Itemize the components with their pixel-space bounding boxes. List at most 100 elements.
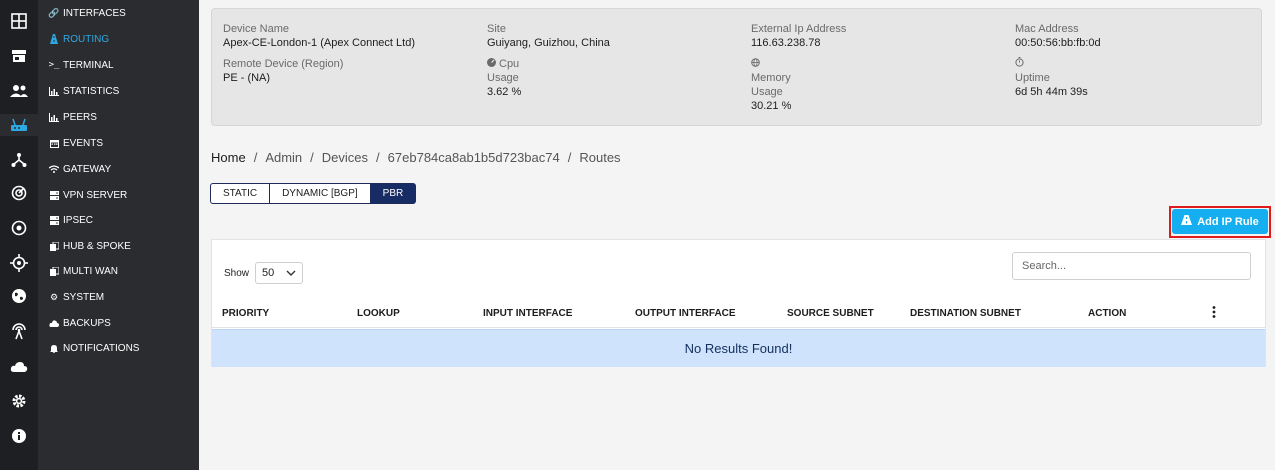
column-header-input-interface[interactable]: INPUT INTERFACE xyxy=(483,308,572,319)
route-type-tabs: STATIC DYNAMIC [BGP] PBR xyxy=(210,183,417,204)
icon-rail xyxy=(0,0,38,470)
globe-icon[interactable] xyxy=(8,285,30,307)
search-input[interactable] xyxy=(1012,252,1251,280)
remote-device-label: Remote Device (Region) xyxy=(223,58,344,70)
uptime-label: Uptime xyxy=(1015,72,1050,84)
submenu-item-ipsec[interactable]: IPSEC xyxy=(49,212,93,228)
submenu-item-system[interactable]: ⚙ SYSTEM xyxy=(49,289,104,305)
cloud-icon[interactable] xyxy=(8,356,30,378)
submenu-item-statistics[interactable]: STATISTICS xyxy=(49,83,119,99)
column-header-source-subnet[interactable]: SOURCE SUBNET xyxy=(787,308,874,319)
empty-results-row: No Results Found! xyxy=(212,329,1265,367)
wifi-icon xyxy=(49,164,59,174)
cloud-icon xyxy=(49,318,59,328)
dashboard-grid-icon[interactable] xyxy=(8,10,30,32)
submenu-item-hub-spoke[interactable]: HUB & SPOKE xyxy=(49,238,131,254)
column-options-kebab-icon[interactable] xyxy=(1212,306,1216,321)
uptime-icon-row xyxy=(1015,57,1101,71)
memory-icon-row xyxy=(751,57,846,71)
network-fork-icon[interactable] xyxy=(8,149,30,171)
breadcrumb-routes: Routes xyxy=(579,150,621,165)
copy-icon xyxy=(49,266,59,276)
breadcrumb-admin[interactable]: Admin xyxy=(265,150,302,165)
antenna-icon[interactable] xyxy=(8,320,30,342)
store-icon[interactable] xyxy=(8,45,30,67)
submenu-item-routing[interactable]: ROUTING xyxy=(49,31,109,47)
server-icon xyxy=(49,190,59,200)
memory-usage-value: 30.21 % xyxy=(751,100,792,112)
server-icon xyxy=(49,215,59,225)
column-header-priority[interactable]: PRIORITY xyxy=(222,308,269,319)
cpu-usage-label: Usage xyxy=(487,72,519,84)
breadcrumb-separator: / xyxy=(567,150,572,165)
device-name-column: Device Name Apex-CE-London-1 (Apex Conne… xyxy=(223,22,415,85)
breadcrumb-home[interactable]: Home xyxy=(211,150,246,165)
submenu-item-label: MULTI WAN xyxy=(63,265,118,277)
submenu-item-gateway[interactable]: GATEWAY xyxy=(49,161,111,177)
submenu-item-label: HUB & SPOKE xyxy=(63,240,131,252)
submenu-item-interfaces[interactable]: 🔗 INTERFACES xyxy=(48,5,125,21)
tab-pbr[interactable]: PBR xyxy=(370,183,417,204)
radar-icon[interactable] xyxy=(8,182,30,204)
submenu-item-backups[interactable]: BACKUPS xyxy=(49,315,111,331)
users-icon[interactable] xyxy=(8,80,30,102)
uptime-value: 6d 5h 44m 39s xyxy=(1015,86,1088,98)
mac-label: Mac Address xyxy=(1015,23,1079,35)
submenu-item-label: ROUTING xyxy=(63,33,110,45)
router-icon[interactable] xyxy=(0,114,38,136)
column-header-destination-subnet[interactable]: DESTINATION SUBNET xyxy=(910,308,1021,319)
breadcrumb: Home / Admin / Devices / 67eb784ca8ab1b5… xyxy=(211,150,621,165)
submenu-item-label: GATEWAY xyxy=(63,163,112,175)
submenu-item-vpn-server[interactable]: VPN SERVER xyxy=(49,187,127,203)
memory-icon xyxy=(751,57,760,71)
add-ip-rule-button[interactable]: Add IP Rule xyxy=(1172,209,1268,234)
show-label: Show xyxy=(224,267,250,279)
tab-static[interactable]: STATIC xyxy=(210,183,271,204)
submenu-item-label: STATISTICS xyxy=(63,85,120,97)
breadcrumb-device-id[interactable]: 67eb784ca8ab1b5d723bac74 xyxy=(388,150,560,165)
submenu-item-label: TERMINAL xyxy=(63,59,114,71)
crosshair-icon[interactable] xyxy=(8,252,30,274)
mac-column: Mac Address 00:50:56:bb:fb:0d Uptime 6d … xyxy=(1015,22,1101,99)
submenu-item-events[interactable]: EVENTS xyxy=(49,135,103,151)
bell-icon xyxy=(49,343,59,353)
memory-usage-label: Usage xyxy=(751,86,783,98)
page-size-value: 50 xyxy=(262,267,275,279)
column-header-lookup[interactable]: LOOKUP xyxy=(357,308,400,319)
submenu-item-label: SYSTEM xyxy=(63,291,105,303)
submenu-item-multi-wan[interactable]: MULTI WAN xyxy=(49,263,118,279)
calendar-icon xyxy=(49,138,59,148)
page-size-select[interactable]: 50 xyxy=(255,262,304,284)
column-header-output-interface[interactable]: OUTPUT INTERFACE xyxy=(635,308,736,319)
submenu-item-notifications[interactable]: NOTIFICATIONS xyxy=(49,340,139,356)
submenu-item-label: IPSEC xyxy=(63,214,94,226)
cpu-label: Cpu xyxy=(499,58,520,70)
submenu-item-label: VPN SERVER xyxy=(63,189,128,201)
target-circle-icon[interactable] xyxy=(8,217,30,239)
link-icon: 🔗 xyxy=(48,7,60,18)
device-name-label: Device Name xyxy=(223,23,290,35)
empty-results-message: No Results Found! xyxy=(684,341,793,356)
column-header-action[interactable]: ACTION xyxy=(1088,308,1126,319)
external-ip-value: 116.63.238.78 xyxy=(751,37,821,49)
submenu-item-peers[interactable]: PEERS xyxy=(49,109,97,125)
page-size-control: Show 50 xyxy=(224,262,304,284)
cpu-usage-value: 3.62 % xyxy=(487,86,522,98)
bar-chart-icon xyxy=(49,112,59,122)
gear-icon[interactable] xyxy=(8,390,30,412)
tab-dynamic-bgp[interactable]: DYNAMIC [BGP] xyxy=(270,183,371,204)
memory-label: Memory xyxy=(751,72,791,84)
routing-icon xyxy=(49,34,59,44)
submenu-item-terminal[interactable]: >_ TERMINAL xyxy=(49,57,114,73)
breadcrumb-separator: / xyxy=(310,150,314,165)
site-value: Guiyang, Guizhou, China xyxy=(487,37,610,49)
breadcrumb-devices[interactable]: Devices xyxy=(322,150,368,165)
routes-table-card: Show 50 PRIORITY LOOKUP INPUT INTERFACE … xyxy=(211,239,1266,367)
device-submenu: 🔗 INTERFACES ROUTING >_ TERMINAL STATISTIC… xyxy=(38,0,199,470)
site-column: Site Guiyang, Guizhou, China Cpu Usage 3… xyxy=(487,22,610,99)
breadcrumb-separator: / xyxy=(253,150,258,165)
info-icon[interactable] xyxy=(8,425,30,447)
gauge-icon xyxy=(487,57,496,71)
chevron-down-icon xyxy=(286,267,296,279)
submenu-item-label: PEERS xyxy=(63,111,97,123)
